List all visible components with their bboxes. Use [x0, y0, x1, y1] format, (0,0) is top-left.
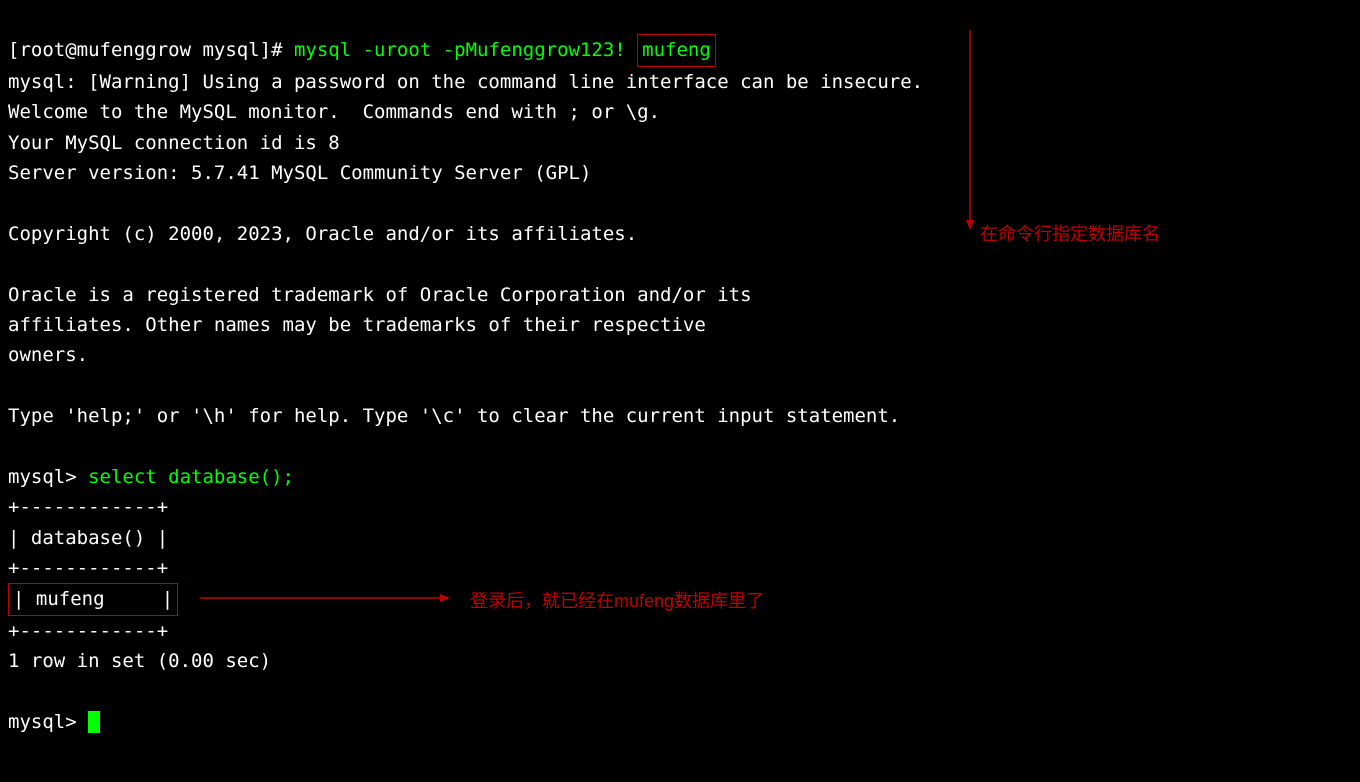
cursor-icon — [88, 711, 100, 733]
table-border: +------------+ — [8, 557, 168, 579]
table-header: | database() | — [8, 527, 168, 549]
output-line: Type 'help;' or '\h' for help. Type '\c'… — [8, 405, 900, 427]
mysql-prompt: mysql> — [8, 711, 88, 733]
output-line: Server version: 5.7.41 MySQL Community S… — [8, 162, 591, 184]
command-text: mysql -uroot -pMufenggrow123! — [294, 39, 637, 61]
annotation-middle: 登录后，就已经在mufeng数据库里了 — [470, 587, 764, 616]
shell-prompt: [root@mufenggrow mysql]# — [8, 39, 294, 61]
table-border: +------------+ — [8, 620, 168, 642]
annotation-top: 在命令行指定数据库名 — [980, 220, 1160, 249]
output-line: mysql: [Warning] Using a password on the… — [8, 71, 923, 93]
row-count: 1 row in set (0.00 sec) — [8, 650, 271, 672]
output-line: owners. — [8, 344, 88, 366]
highlighted-dbname: mufeng — [637, 34, 716, 66]
mysql-prompt: mysql> — [8, 466, 88, 488]
output-line: Oracle is a registered trademark of Orac… — [8, 284, 752, 306]
terminal-output[interactable]: [root@mufenggrow mysql]# mysql -uroot -p… — [0, 0, 1360, 741]
query-text: select database(); — [88, 466, 294, 488]
highlighted-result-row: | mufeng | — [8, 583, 178, 615]
output-line: affiliates. Other names may be trademark… — [8, 314, 706, 336]
output-line: Copyright (c) 2000, 2023, Oracle and/or … — [8, 223, 637, 245]
output-line: Your MySQL connection id is 8 — [8, 132, 340, 154]
table-border: +------------+ — [8, 496, 168, 518]
output-line: Welcome to the MySQL monitor. Commands e… — [8, 101, 660, 123]
